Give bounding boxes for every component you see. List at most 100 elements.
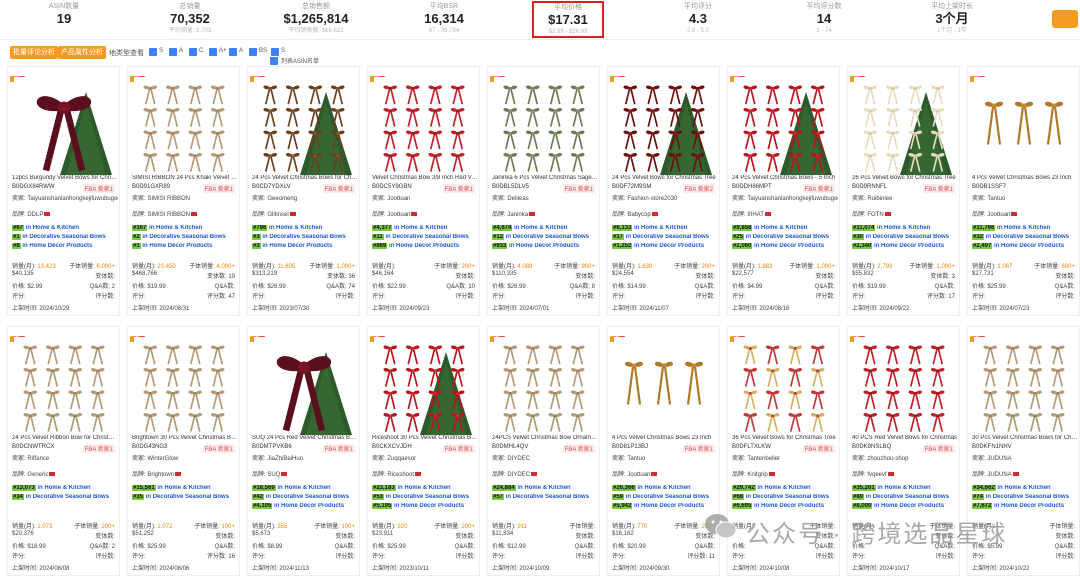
product-card[interactable]: 12pcs Burgundy Velvet Bows for Christmas… [7, 66, 120, 316]
rank-row[interactable]: #15,561 in Home & Kitchen [132, 485, 238, 491]
product-title[interactable]: 24 Pcs Velvet Christmas Bows - 5 Inch [732, 175, 838, 181]
seller-name[interactable]: Geeomeng [267, 196, 297, 202]
rank-row[interactable]: #24,884 in Home & Kitchen [492, 485, 598, 491]
product-image[interactable] [14, 337, 114, 437]
product-attribute-analysis-button[interactable]: 产品属性分析 [58, 46, 106, 59]
seller-name[interactable]: Delileas [507, 196, 528, 202]
product-title[interactable]: 12pcs Burgundy Velvet Bows for Christmas [12, 175, 118, 181]
seller-name[interactable]: Riffance [27, 456, 49, 462]
product-title[interactable]: Janinka 6 Pcs Velvet Christmas Sage Bows [492, 175, 598, 181]
product-image[interactable] [254, 77, 354, 177]
rank-row[interactable]: #1,252 in Home Décor Products [612, 243, 718, 249]
brand-name[interactable]: SUQ [267, 472, 280, 478]
seller-name[interactable]: Tantenbeller [747, 456, 780, 462]
rank-row[interactable]: #2,497 in Home Décor Products [972, 243, 1078, 249]
product-title[interactable]: SUQ 24 Pcs Red Velvet Christmas Bows [252, 435, 358, 441]
rank-row[interactable]: #869 in Home Décor Products [372, 243, 478, 249]
seller-name[interactable]: JUDUNA [987, 456, 1011, 462]
product-card[interactable]: 24PCS Velvet Christmas Bow Ornaments B0DM… [487, 326, 600, 576]
seller-name[interactable]: Joottuan [387, 196, 410, 202]
product-image[interactable] [374, 337, 474, 437]
product-card[interactable]: Riceshoot 30 Pcs Velvet Christmas Bows B0… [367, 326, 480, 576]
product-title[interactable]: 24PCS Velvet Christmas Bow Ornaments [492, 435, 598, 441]
seller-name[interactable]: Taiyuanshanlanhongkejifuwubugerenduzi [747, 196, 838, 202]
seller-name[interactable]: Tantuo [627, 456, 645, 462]
brand-name[interactable]: Joottuan [627, 472, 650, 478]
product-title[interactable]: 4 Pcs Velvet Christmas Bows 23 Inch [612, 435, 718, 441]
product-image[interactable] [134, 77, 234, 177]
product-image[interactable] [254, 337, 354, 437]
filter-checkbox-a[interactable] [169, 48, 177, 56]
brand-name[interactable]: JUDUNA [987, 472, 1011, 478]
rank-row[interactable]: #35 in Decorative Seasonal Bows [132, 494, 238, 500]
filter-checkbox-bs[interactable] [249, 48, 257, 56]
rank-row[interactable]: #5,195 in Home Décor Products [372, 503, 478, 509]
product-asin[interactable]: B0DGX84RWW [12, 184, 55, 190]
asin-list-checkbox[interactable] [270, 57, 278, 66]
rank-row[interactable]: #13,073 in Home & Kitchen [12, 485, 118, 491]
product-card[interactable]: Brightown 30 Pcs Velvet Christmas Bows B0… [127, 326, 240, 576]
product-asin[interactable]: B0DK8NSLBQ [852, 444, 891, 450]
product-asin[interactable]: B0DMHL4QV [492, 444, 528, 450]
rank-row[interactable]: #2 in Decorative Seasonal Bows [132, 234, 238, 240]
seller-name[interactable]: Ruibinlee [867, 196, 892, 202]
brand-name[interactable]: fvqeevf [867, 472, 886, 478]
product-title[interactable]: Velvet Christmas Bow 3/8 Inch Red Velvet [372, 175, 478, 181]
rank-row[interactable]: #17 in Decorative Seasonal Bows [612, 234, 718, 240]
product-image[interactable] [854, 77, 954, 177]
rank-row[interactable]: #35,201 in Home & Kitchen [852, 485, 958, 491]
rank-row[interactable]: #11,074 in Home & Kitchen [852, 225, 958, 231]
rank-row[interactable]: #34 in Decorative Seasonal Bows [12, 494, 118, 500]
product-card[interactable]: 24 Pcs Velvet Christmas Bows - 5 Inch B0D… [727, 66, 840, 316]
product-image[interactable] [734, 337, 834, 437]
seller-name[interactable]: Zuqqaesor [387, 456, 416, 462]
brand-name[interactable]: IIIHAT [747, 212, 764, 218]
product-title[interactable]: 30 Pcs Velvet Christmas Bows for Christm… [972, 435, 1078, 441]
product-title[interactable]: Riceshoot 30 Pcs Velvet Christmas Bows [372, 435, 478, 441]
product-asin[interactable]: B0CD7YDXLV [252, 184, 291, 190]
filter-checkbox-aplus[interactable] [209, 48, 217, 56]
product-asin[interactable]: B0D91GXR89 [132, 184, 170, 190]
product-asin[interactable]: B0DMTPVKB6 [252, 444, 292, 450]
product-asin[interactable]: B0DCNWTRCX [12, 444, 54, 450]
rank-row[interactable]: #8 in Home Décor Products [12, 243, 118, 249]
seller-name[interactable]: WinterGlow [147, 456, 178, 462]
rank-row[interactable]: #67 in Home & Kitchen [12, 225, 118, 231]
brand-name[interactable]: DIYDEC [507, 472, 530, 478]
product-image[interactable] [974, 77, 1074, 177]
product-asin[interactable]: B0DKFN1NHV [972, 444, 1012, 450]
product-card[interactable]: 24 Pcs Velvet Christmas Bows for Christm… [247, 66, 360, 316]
filter-checkbox-s[interactable] [149, 48, 157, 56]
rank-row[interactable]: #4,105 in Home Décor Products [252, 503, 358, 509]
product-card[interactable]: 26 Pcs Velvet Bows for Christmas Tree B0D… [847, 66, 960, 316]
brand-name[interactable]: Joottuan [387, 212, 410, 218]
brand-name[interactable]: Knitgrip [747, 472, 767, 478]
brand-name[interactable]: Riceshoot [387, 472, 414, 478]
rank-row[interactable]: #57 in Decorative Seasonal Bows [492, 494, 598, 500]
product-image[interactable] [494, 337, 594, 437]
product-card[interactable]: SUQ 24 Pcs Red Velvet Christmas Bows B0DM… [247, 326, 360, 576]
product-asin[interactable]: B0DDH86MPT [732, 184, 772, 190]
filter-checkbox-s2[interactable] [271, 48, 279, 56]
rank-row[interactable]: #32 in Decorative Seasonal Bows [972, 234, 1078, 240]
seller-name[interactable]: JiaZhiBaiHuo [267, 456, 303, 462]
product-asin[interactable]: B0DF72M9SM [612, 184, 651, 190]
rank-row[interactable]: #42 in Decorative Seasonal Bows [252, 494, 358, 500]
filter-checkbox-a2[interactable] [229, 48, 237, 56]
rank-row[interactable]: #23,183 in Home & Kitchen [372, 485, 478, 491]
brand-name[interactable]: Generic [27, 472, 48, 478]
brand-name[interactable]: Brightown [147, 472, 174, 478]
product-image[interactable] [614, 77, 714, 177]
rank-row[interactable]: #2,060 in Home Décor Products [732, 243, 838, 249]
seller-name[interactable]: SIMISI RIBBON [147, 196, 190, 202]
product-title[interactable]: 40 PCS Red Velvet Bows for Christmas [852, 435, 958, 441]
rank-row[interactable]: #29,742 in Home & Kitchen [732, 485, 838, 491]
product-title[interactable]: 36 Pcs Velvet Bows for Christmas Tree [732, 435, 838, 441]
product-image[interactable] [854, 337, 954, 437]
product-title[interactable]: 24 Pcs Velvet Christmas Bows for Christm… [252, 175, 358, 181]
product-image[interactable] [974, 337, 1074, 437]
product-image[interactable] [734, 77, 834, 177]
rank-row[interactable]: #786 in Home & Kitchen [252, 225, 358, 231]
product-image[interactable] [14, 77, 114, 177]
product-title[interactable]: 24 Pcs Velvet Bows for Christmas Tree [612, 175, 718, 181]
